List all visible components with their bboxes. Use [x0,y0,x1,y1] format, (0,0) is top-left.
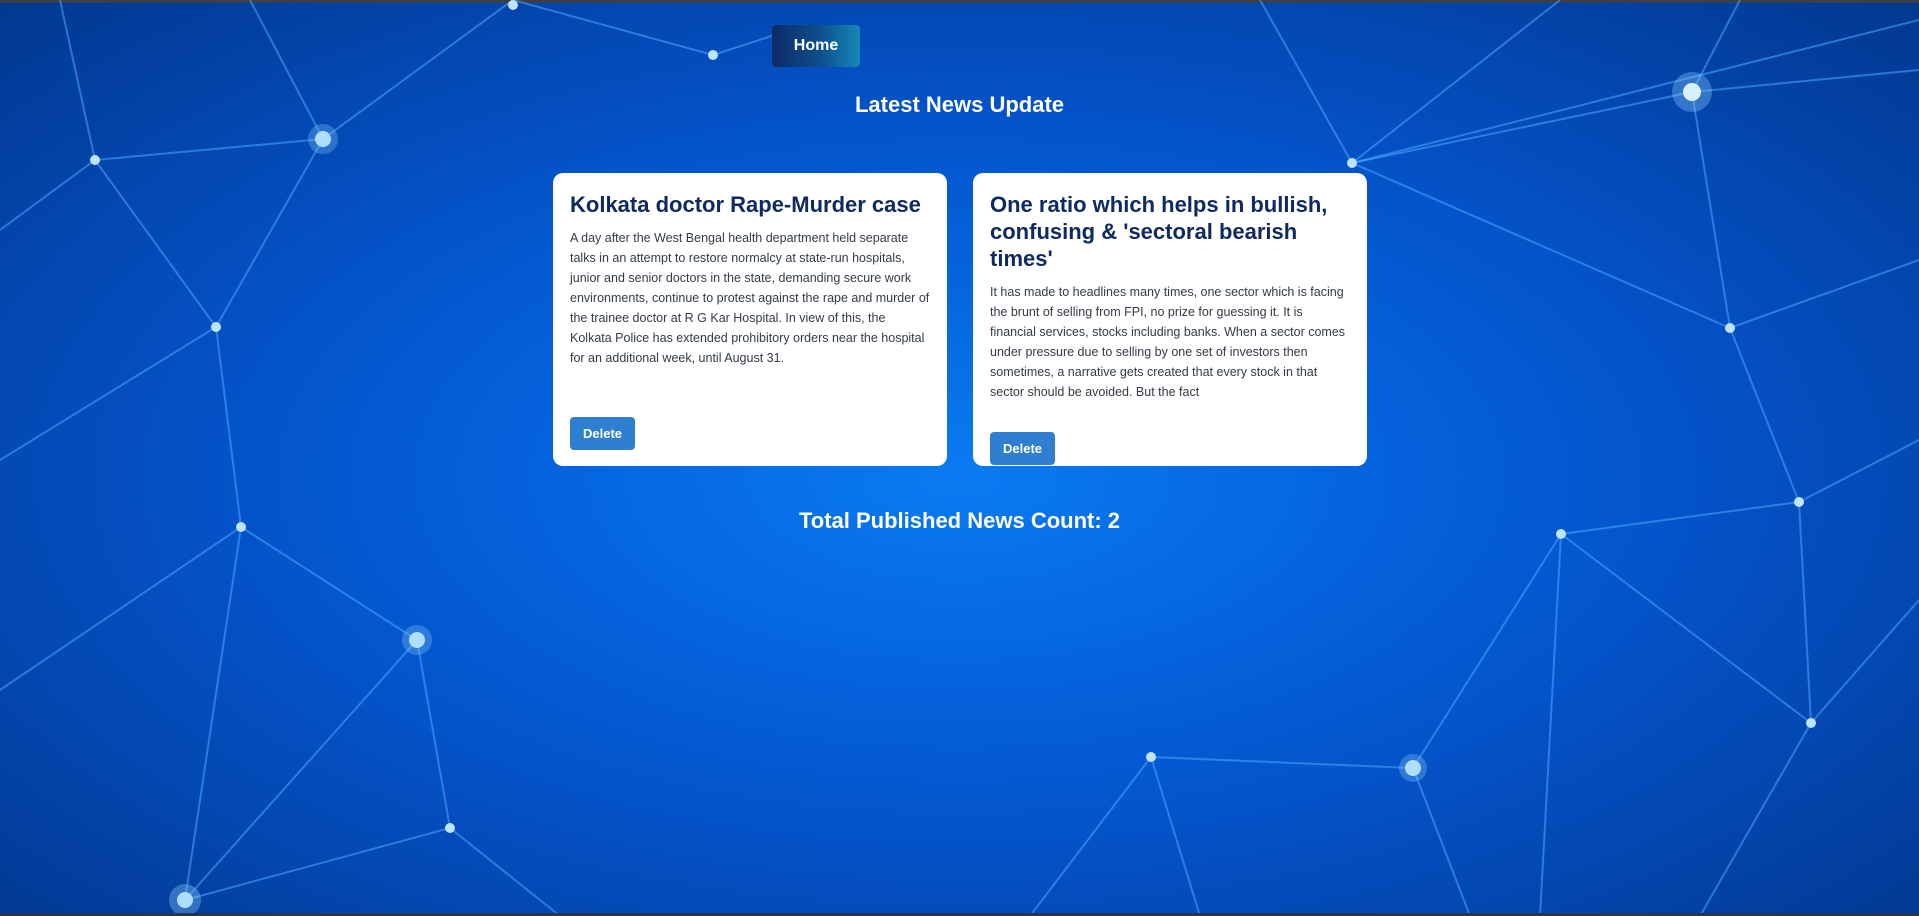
news-title: One ratio which helps in bullish, confus… [990,192,1328,271]
news-card: Kolkata doctor Rape-Murder case A day af… [553,173,947,466]
news-title: Kolkata doctor Rape-Murder case [570,192,921,217]
network-background [0,0,1919,916]
news-body: It has made to headlines many times, one… [990,285,1346,399]
home-button[interactable]: Home [772,25,860,67]
delete-button[interactable]: Delete [990,432,1055,465]
news-card: One ratio which helps in bullish, confus… [973,173,1367,466]
top-nav: Home [772,25,860,67]
page-title: Latest News Update [854,92,1065,117]
news-body: A day after the West Bengal health depar… [570,231,930,365]
delete-button[interactable]: Delete [570,417,635,450]
news-count: Total Published News Count: 2 [798,508,1121,533]
